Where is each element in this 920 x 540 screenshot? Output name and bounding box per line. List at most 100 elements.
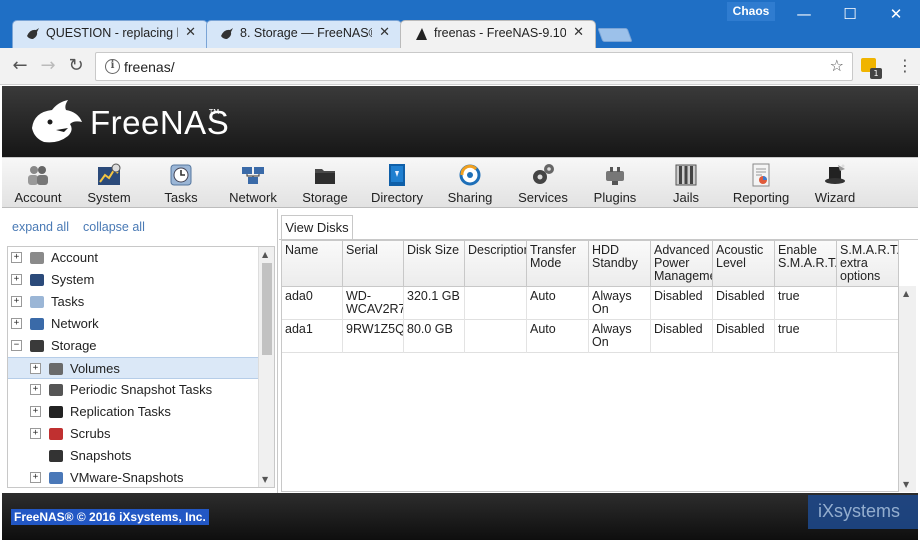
vmware-icon <box>49 472 63 484</box>
window-close-icon[interactable]: ✕ <box>886 4 906 24</box>
forward-arrow-icon[interactable]: → <box>36 54 60 78</box>
column-header[interactable]: Advanced Power Management <box>651 241 713 287</box>
tree-item-label: Volumes <box>70 361 120 376</box>
tree-item-label: Storage <box>51 338 97 353</box>
table-cell: Auto <box>527 287 589 320</box>
nav-reporting[interactable]: Reporting <box>725 160 797 206</box>
tree-item-network[interactable]: + Network <box>8 313 258 335</box>
expand-icon[interactable]: + <box>30 428 41 439</box>
collapse-icon[interactable]: − <box>11 340 22 351</box>
tree-scrollbar[interactable]: ▲ ▼ <box>258 247 274 487</box>
column-header[interactable]: Transfer Mode <box>527 241 589 287</box>
expand-icon[interactable]: + <box>11 318 22 329</box>
table-cell <box>837 320 898 353</box>
table-cell: Disabled <box>651 320 713 353</box>
expand-icon[interactable]: + <box>11 274 22 285</box>
tree-item-volumes[interactable]: + Volumes <box>8 357 258 379</box>
scroll-up-icon[interactable]: ▲ <box>903 289 909 298</box>
table-cell: 9RW1Z5Q <box>343 320 404 353</box>
table-cell <box>465 287 527 320</box>
tree-item-label: Account <box>51 250 98 265</box>
browser-menu-icon[interactable]: ⋮ <box>897 56 913 75</box>
tree-item-account[interactable]: + Account <box>8 247 258 269</box>
close-tab-icon[interactable]: ✕ <box>379 25 390 40</box>
browser-tab-2[interactable]: 8. Storage — FreeNAS® ✕ <box>206 20 402 48</box>
tree-item-vmware-snapshots[interactable]: + VMware-Snapshots <box>8 467 258 487</box>
nav-jails[interactable]: Jails <box>650 160 722 206</box>
nav-directory[interactable]: Directory <box>361 160 433 206</box>
browser-tab-1[interactable]: QUESTION - replacing ho ✕ <box>12 20 208 48</box>
tree-item-periodic-snapshot-tasks[interactable]: + Periodic Snapshot Tasks <box>8 379 258 401</box>
nav-storage[interactable]: Storage <box>289 160 361 206</box>
nav-plugins[interactable]: Plugins <box>579 160 651 206</box>
expand-icon[interactable]: + <box>11 296 22 307</box>
close-tab-icon[interactable]: ✕ <box>185 25 196 40</box>
tree-item-system[interactable]: + System <box>8 269 258 291</box>
column-header[interactable]: Enable S.M.A.R.T. <box>775 241 837 287</box>
site-info-icon[interactable]: i <box>105 59 120 74</box>
table-cell: ada1 <box>282 320 343 353</box>
column-header[interactable]: Serial <box>343 241 404 287</box>
grid-header: Name Serial Disk Size Description Transfer M… <box>282 241 898 287</box>
table-row[interactable]: ada1 9RW1Z5Q 80.0 GB Auto Always On Disabled D… <box>282 320 898 353</box>
browser-user-chip[interactable]: Chaos <box>727 2 775 21</box>
column-header[interactable]: HDD Standby <box>589 241 651 287</box>
back-arrow-icon[interactable]: ← <box>8 54 32 78</box>
tree-item-replication-tasks[interactable]: + Replication Tasks <box>8 401 258 423</box>
expand-icon[interactable]: + <box>30 363 41 374</box>
scroll-down-icon[interactable]: ▼ <box>903 480 909 489</box>
tab-title: QUESTION - replacing ho <box>46 26 178 40</box>
nav-account[interactable]: Account <box>2 160 74 206</box>
tree-item-label: Tasks <box>51 294 85 309</box>
address-url[interactable]: freenas/ <box>124 59 175 75</box>
tree-item-tasks[interactable]: + Tasks <box>8 291 258 313</box>
freenas-shark-icon <box>27 28 39 39</box>
scroll-thumb[interactable] <box>262 263 272 355</box>
left-panel: expand all collapse all + Account + System +… <box>2 209 278 493</box>
nav-tasks[interactable]: Tasks <box>145 160 217 206</box>
tree-item-snapshots[interactable]: Snapshots <box>8 445 258 467</box>
system-chart-icon <box>98 163 121 185</box>
main-nav-bar: Account System Tasks Network Storage Dir… <box>2 157 918 208</box>
table-cell: 80.0 GB <box>404 320 465 353</box>
nav-system[interactable]: System <box>73 160 145 206</box>
expand-icon[interactable]: + <box>30 384 41 395</box>
users-icon <box>30 252 44 264</box>
table-cell: true <box>775 287 837 320</box>
expand-all-link[interactable]: expand all <box>12 220 69 234</box>
scroll-down-icon[interactable]: ▼ <box>262 475 268 484</box>
column-header[interactable]: Disk Size <box>404 241 465 287</box>
column-header[interactable]: Acoustic Level <box>713 241 775 287</box>
tree-item-scrubs[interactable]: + Scrubs <box>8 423 258 445</box>
minimize-icon[interactable]: — <box>794 4 814 24</box>
table-cell: Disabled <box>651 287 713 320</box>
tab-view-disks[interactable]: View Disks <box>281 215 353 240</box>
maximize-icon[interactable]: ☐ <box>840 4 860 24</box>
table-row[interactable]: ada0 WD-WCAV2R7 320.1 GB Auto Always On Disab… <box>282 287 898 320</box>
address-bar[interactable]: i freenas/ ☆ <box>95 52 853 81</box>
browser-tab-3-active[interactable]: freenas - FreeNAS-9.10-S ✕ <box>400 20 596 48</box>
scroll-up-icon[interactable]: ▲ <box>262 250 268 259</box>
bookmark-star-icon[interactable]: ☆ <box>830 56 844 75</box>
nav-sharing[interactable]: Sharing <box>434 160 506 206</box>
new-tab-button[interactable] <box>597 28 633 42</box>
reload-icon[interactable]: ↻ <box>64 54 88 78</box>
collapse-all-link[interactable]: collapse all <box>83 220 145 234</box>
freenas-footer: FreeNAS® © 2016 iXsystems, Inc. iXsystem… <box>2 493 918 540</box>
expand-icon[interactable]: + <box>30 472 41 483</box>
tree-item-storage[interactable]: − Storage <box>8 335 258 357</box>
directory-book-icon <box>389 164 405 186</box>
close-tab-icon[interactable]: ✕ <box>573 25 584 40</box>
sharing-icon <box>459 164 481 186</box>
nav-services[interactable]: Services <box>507 160 579 206</box>
nav-wizard[interactable]: Wizard <box>799 160 871 206</box>
expand-icon[interactable]: + <box>30 406 41 417</box>
column-header[interactable]: S.M.A.R.T. extra options <box>837 241 898 287</box>
table-cell <box>837 287 898 320</box>
nav-network[interactable]: Network <box>217 160 289 206</box>
grid-scrollbar[interactable]: ▲ ▼ <box>899 286 916 492</box>
tab-title: freenas - FreeNAS-9.10-S <box>434 26 566 40</box>
column-header[interactable]: Description <box>465 241 527 287</box>
expand-icon[interactable]: + <box>11 252 22 263</box>
column-header[interactable]: Name <box>282 241 343 287</box>
